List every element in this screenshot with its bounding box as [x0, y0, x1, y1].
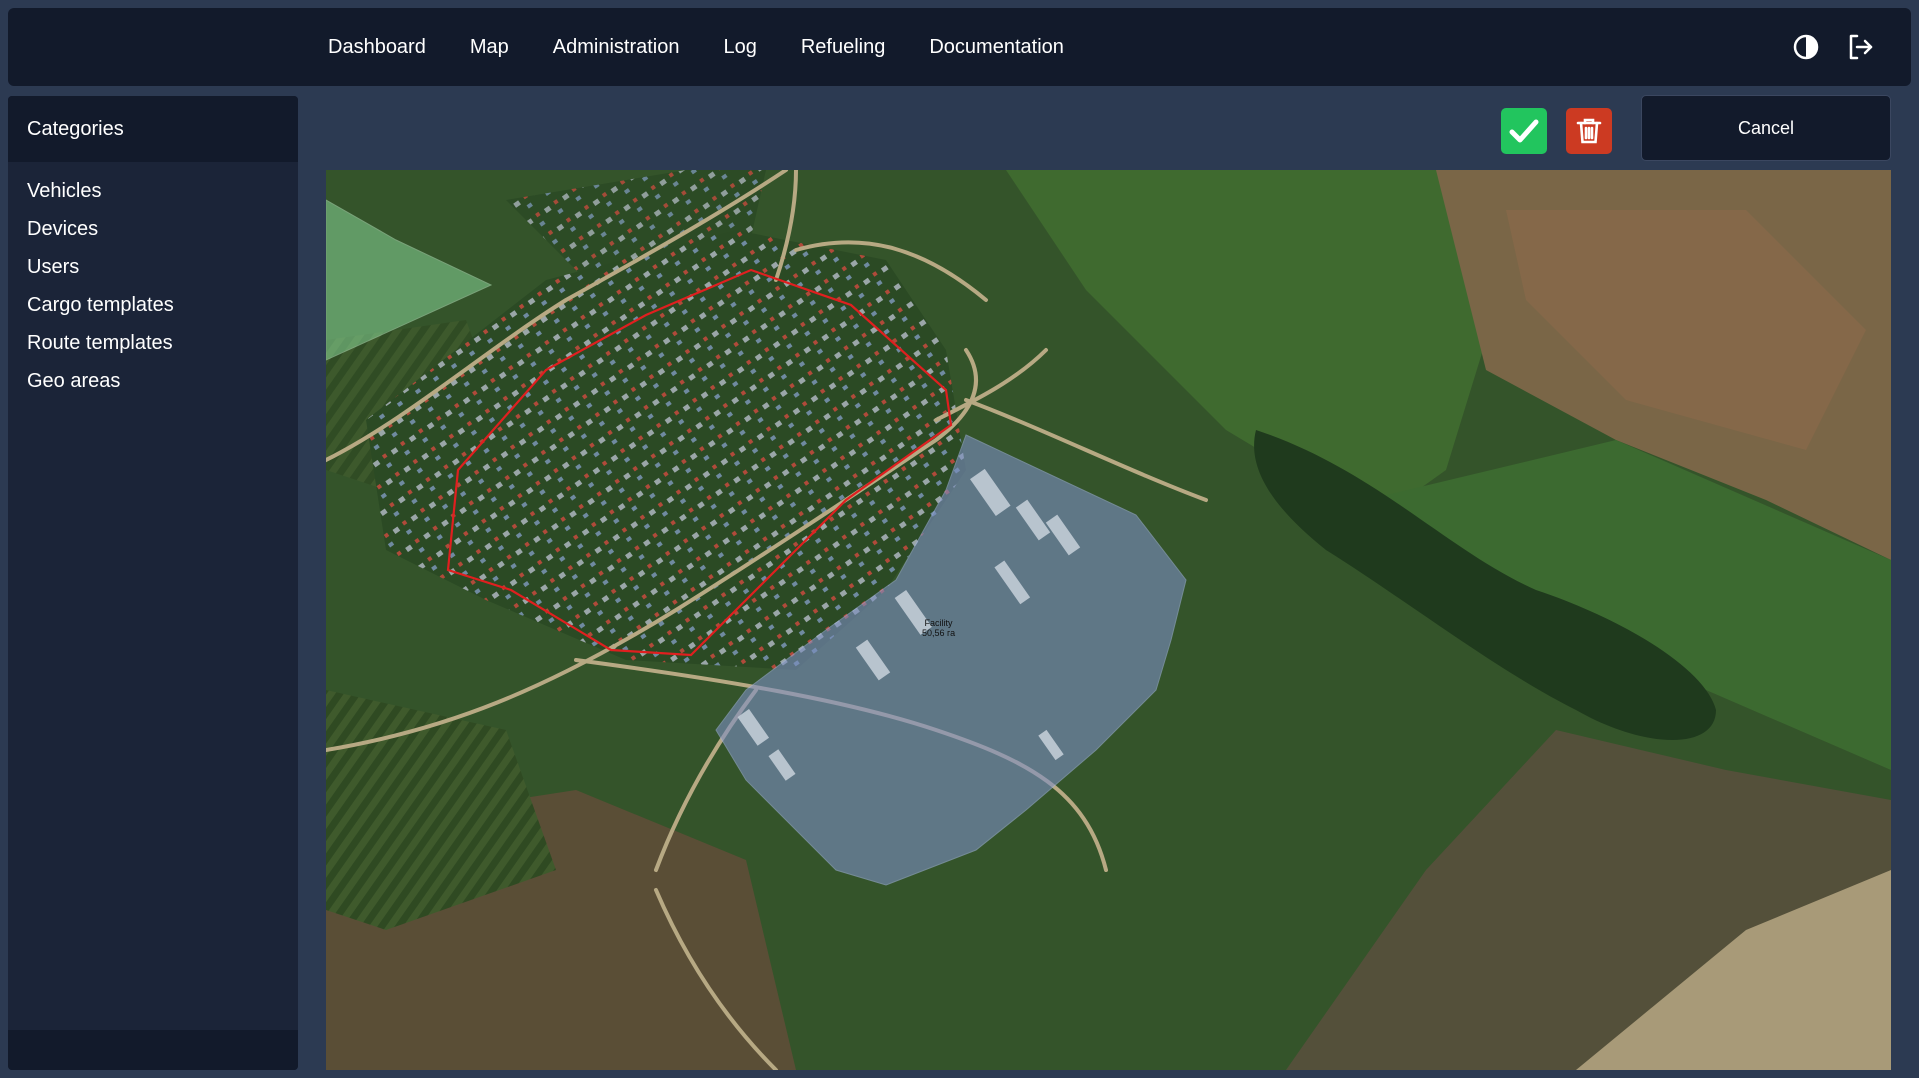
geo-area-label: Facility 50,56 га: [922, 618, 955, 638]
map-canvas: [326, 170, 1891, 1070]
nav-log[interactable]: Log: [723, 36, 756, 59]
sidebar-item-route-templates[interactable]: Route templates: [8, 324, 298, 362]
sidebar-footer: [8, 1030, 298, 1070]
nav-administration[interactable]: Administration: [553, 36, 680, 59]
main-nav: Dashboard Map Administration Log Refueli…: [328, 8, 1064, 86]
categories-sidebar: Categories Vehicles Devices Users Cargo …: [8, 96, 298, 1070]
sidebar-item-geo-areas[interactable]: Geo areas: [8, 362, 298, 400]
nav-map[interactable]: Map: [470, 36, 509, 59]
confirm-button[interactable]: [1501, 108, 1547, 154]
top-navbar: Dashboard Map Administration Log Refueli…: [8, 8, 1911, 86]
geo-area-name: Facility: [924, 618, 953, 628]
logout-icon[interactable]: [1845, 32, 1875, 62]
check-icon: [1509, 119, 1539, 143]
nav-dashboard[interactable]: Dashboard: [328, 36, 426, 59]
nav-refueling[interactable]: Refueling: [801, 36, 886, 59]
delete-button[interactable]: [1566, 108, 1612, 154]
top-actions: [1791, 8, 1875, 86]
sidebar-item-cargo-templates[interactable]: Cargo templates: [8, 286, 298, 324]
theme-toggle-icon[interactable]: [1791, 32, 1821, 62]
sidebar-list: Vehicles Devices Users Cargo templates R…: [8, 162, 298, 400]
satellite-map[interactable]: Facility 50,56 га: [326, 170, 1891, 1070]
geo-area-size: 50,56 га: [922, 628, 956, 638]
trash-icon: [1576, 118, 1602, 144]
sidebar-item-devices[interactable]: Devices: [8, 210, 298, 248]
sidebar-item-vehicles[interactable]: Vehicles: [8, 172, 298, 210]
cancel-button[interactable]: Cancel: [1641, 95, 1891, 161]
nav-documentation[interactable]: Documentation: [929, 36, 1064, 59]
sidebar-item-users[interactable]: Users: [8, 248, 298, 286]
sidebar-header: Categories: [8, 96, 298, 162]
